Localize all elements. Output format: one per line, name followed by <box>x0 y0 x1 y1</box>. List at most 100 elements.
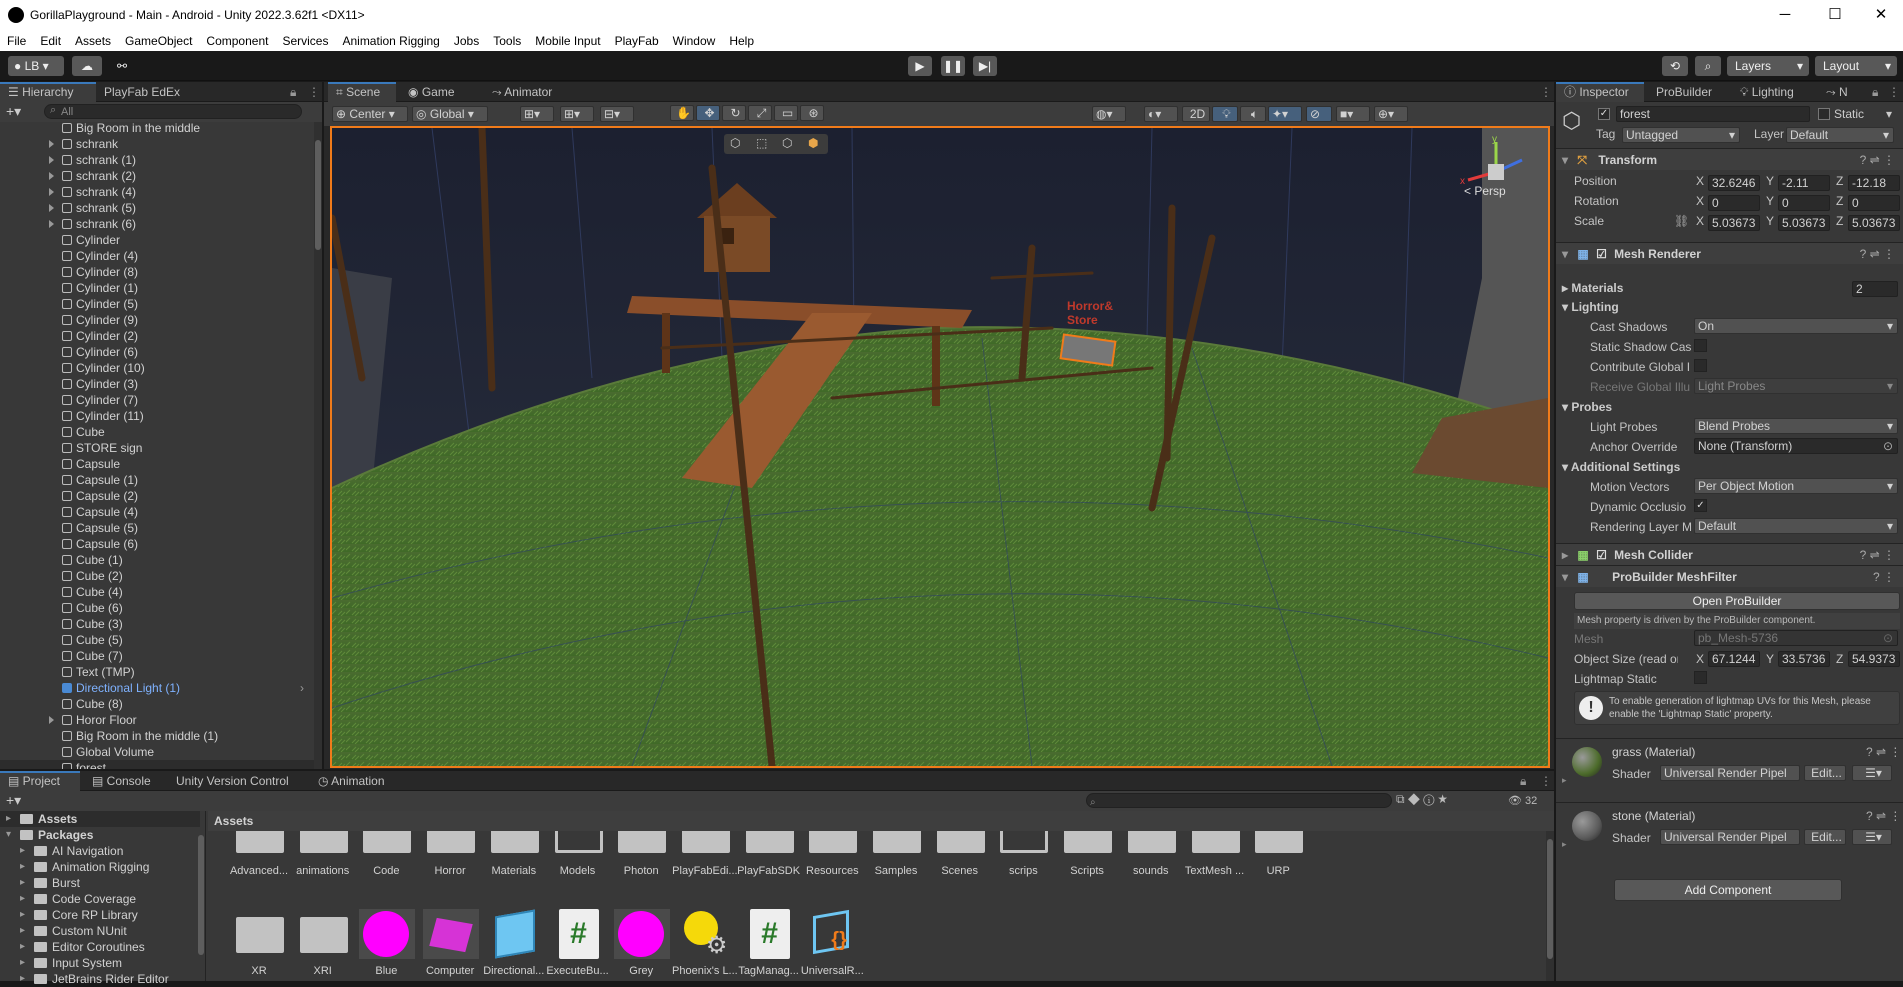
pause-button[interactable]: ❚❚ <box>941 56 965 76</box>
hierarchy-item[interactable]: Cube (4) <box>0 584 314 600</box>
scrollbar-thumb[interactable] <box>315 140 321 250</box>
grid-snap-dropdown[interactable]: ⊞▾ <box>520 106 554 122</box>
folder-icon[interactable] <box>554 831 603 853</box>
close-button[interactable]: ✕ <box>1858 4 1903 26</box>
render-pipeline-asset-icon[interactable]: {} <box>805 909 861 959</box>
hierarchy-item[interactable]: schrank (1) <box>0 152 314 168</box>
expand-arrow-icon[interactable] <box>49 204 54 212</box>
component-actions-icon[interactable]: ? ⇌ ⋮ <box>1866 809 1901 823</box>
project-tree-item[interactable]: ▸ Burst <box>0 875 200 891</box>
link-icon[interactable]: ⛓ <box>1674 214 1689 228</box>
increment-snap-dropdown[interactable]: ⊟▾ <box>600 106 634 122</box>
lighting-foldout[interactable]: ▾ Lighting <box>1562 300 1619 314</box>
expand-arrow-icon[interactable]: ▾ <box>6 827 11 843</box>
expand-arrow-icon[interactable]: ▸ <box>20 955 25 971</box>
chevron-right-icon[interactable]: › <box>300 680 304 696</box>
hierarchy-item[interactable]: Cube (2) <box>0 568 314 584</box>
folder-icon[interactable] <box>1255 831 1304 853</box>
expand-arrow-icon[interactable]: ▸ <box>20 875 25 891</box>
project-tree-item[interactable]: ▸ AI Navigation <box>0 843 200 859</box>
folder-icon[interactable] <box>232 909 288 959</box>
expand-arrow-icon[interactable]: ▸ <box>20 939 25 955</box>
panel-menu-icon[interactable]: ⋮ <box>1532 771 1560 791</box>
grid-visibility-dropdown[interactable]: ⊞▾ <box>560 106 594 122</box>
hierarchy-item[interactable]: Cylinder <box>0 232 314 248</box>
pivot-dropdown[interactable]: ⊕ Center ▾ <box>332 106 408 122</box>
additional-settings-foldout[interactable]: ▾ Additional Settings <box>1562 460 1680 474</box>
folder-icon[interactable] <box>490 831 539 853</box>
folder-icon[interactable] <box>1127 831 1176 853</box>
prefab-icon[interactable] <box>487 909 543 959</box>
hierarchy-item[interactable]: schrank (2) <box>0 168 314 184</box>
materials-count-field[interactable]: 2 <box>1852 281 1898 297</box>
tab-lighting[interactable]: 💡︎ Lighting <box>1732 82 1802 102</box>
shader-edit-button[interactable]: Edit... <box>1804 829 1846 845</box>
material-icon[interactable] <box>423 909 480 959</box>
hierarchy-item[interactable]: Cylinder (5) <box>0 296 314 312</box>
search-icon[interactable]: ⌕ <box>1695 56 1721 76</box>
component-actions-icon[interactable]: ? ⇌ ⋮ <box>1860 243 1895 265</box>
hierarchy-item[interactable]: Cylinder (6) <box>0 344 314 360</box>
component-actions-icon[interactable]: ? ⇌ ⋮ <box>1860 149 1895 171</box>
script-icon[interactable]: # <box>551 909 607 959</box>
menu-jobs[interactable]: Jobs <box>447 31 486 48</box>
folder-icon[interactable] <box>1064 831 1113 853</box>
shader-edit-button[interactable]: Edit... <box>1804 765 1846 781</box>
project-tree-item[interactable]: ▸ Editor Coroutines <box>0 939 200 955</box>
shader-dropdown[interactable]: Universal Render Pipel <box>1660 829 1800 845</box>
open-probuilder-button[interactable]: Open ProBuilder <box>1574 592 1900 610</box>
hierarchy-item[interactable]: Capsule (1) <box>0 472 314 488</box>
active-checkbox[interactable]: ✓ <box>1598 108 1610 120</box>
tree-scrollbar-thumb[interactable] <box>198 835 204 955</box>
camera-dropdown[interactable]: ■▾ <box>1336 106 1370 122</box>
tab-navigation[interactable]: ⤳ N <box>1818 82 1856 102</box>
static-shadow-caster-checkbox[interactable] <box>1694 339 1707 352</box>
transform-header[interactable]: ▾ ⤧ Transform ? ⇌ ⋮ <box>1556 148 1903 170</box>
vertex-mode-icon[interactable]: ⬚ <box>756 136 767 150</box>
folder-icon[interactable] <box>873 831 921 853</box>
hierarchy-item[interactable]: Cylinder (11) <box>0 408 314 424</box>
foldout-arrow-icon[interactable]: ▸ <box>1562 839 1567 850</box>
project-tree-item[interactable]: ▾ Packages <box>0 827 200 843</box>
tab-project[interactable]: ▤ Project <box>0 771 80 791</box>
account-dropdown[interactable]: ● LB ▾ <box>8 56 64 76</box>
object-mode-icon[interactable]: ⬡ <box>730 136 740 150</box>
tab-unity-version-control[interactable]: Unity Version Control <box>168 771 297 791</box>
hierarchy-item[interactable]: STORE sign <box>0 440 314 456</box>
hierarchy-search-input[interactable]: All <box>44 104 302 119</box>
hierarchy-item[interactable]: Big Room in the middle <box>0 122 314 136</box>
folder-icon[interactable] <box>1191 831 1240 853</box>
materials-foldout[interactable]: ▸ Materials <box>1562 281 1623 295</box>
static-dropdown-icon[interactable]: ▾ <box>1886 107 1892 121</box>
dynamic-occlusion-checkbox[interactable]: ✓ <box>1694 499 1707 512</box>
lighting-settings-icon[interactable]: ⚙ <box>678 909 734 959</box>
enabled-checkbox[interactable]: ☑ <box>1596 247 1607 261</box>
transform-tool-icon[interactable]: ⊛ <box>800 105 824 121</box>
hierarchy-item[interactable]: schrank (4) <box>0 184 314 200</box>
hierarchy-item[interactable]: Cylinder (7) <box>0 392 314 408</box>
history-icon[interactable]: ⟲ <box>1662 56 1688 76</box>
audio-toggle-icon[interactable]: 🔈︎ <box>1240 106 1266 122</box>
menu-file[interactable]: File <box>0 31 33 48</box>
gizmos-dropdown[interactable]: ⊕▾ <box>1374 106 1408 122</box>
tab-game[interactable]: ◉ Game <box>400 82 463 102</box>
script-icon[interactable]: # <box>742 909 798 959</box>
tab-probuilder[interactable]: ProBuilder <box>1648 82 1720 102</box>
pos-x-field[interactable]: 32.6246 <box>1708 175 1760 191</box>
collab-icon[interactable]: ⚯ <box>108 56 136 76</box>
lighting-toggle-icon[interactable]: 💡︎ <box>1212 106 1238 122</box>
expand-arrow-icon[interactable] <box>49 188 54 196</box>
hierarchy-item[interactable]: Cylinder (1) <box>0 280 314 296</box>
rendering-layer-dropdown[interactable]: Default ▾ <box>1694 518 1898 534</box>
move-tool-icon[interactable]: ✥ <box>696 105 720 121</box>
hierarchy-item[interactable]: Big Room in the middle (1) <box>0 728 314 744</box>
probes-foldout[interactable]: ▾ Probes <box>1562 400 1612 414</box>
hierarchy-item[interactable]: Cube (3) <box>0 616 314 632</box>
lightmap-static-checkbox[interactable] <box>1694 671 1707 684</box>
scene-viewport[interactable]: Horror& Store ⬡ ⬚ ⬡ ⬢ y x < Persp <box>330 126 1550 768</box>
hierarchy-item[interactable]: Capsule (4) <box>0 504 314 520</box>
material-icon[interactable] <box>614 909 671 959</box>
tab-animator[interactable]: ⤳ Animator <box>484 82 560 102</box>
add-component-button[interactable]: Add Component <box>1614 879 1842 901</box>
add-button[interactable]: +▾ <box>6 103 21 120</box>
